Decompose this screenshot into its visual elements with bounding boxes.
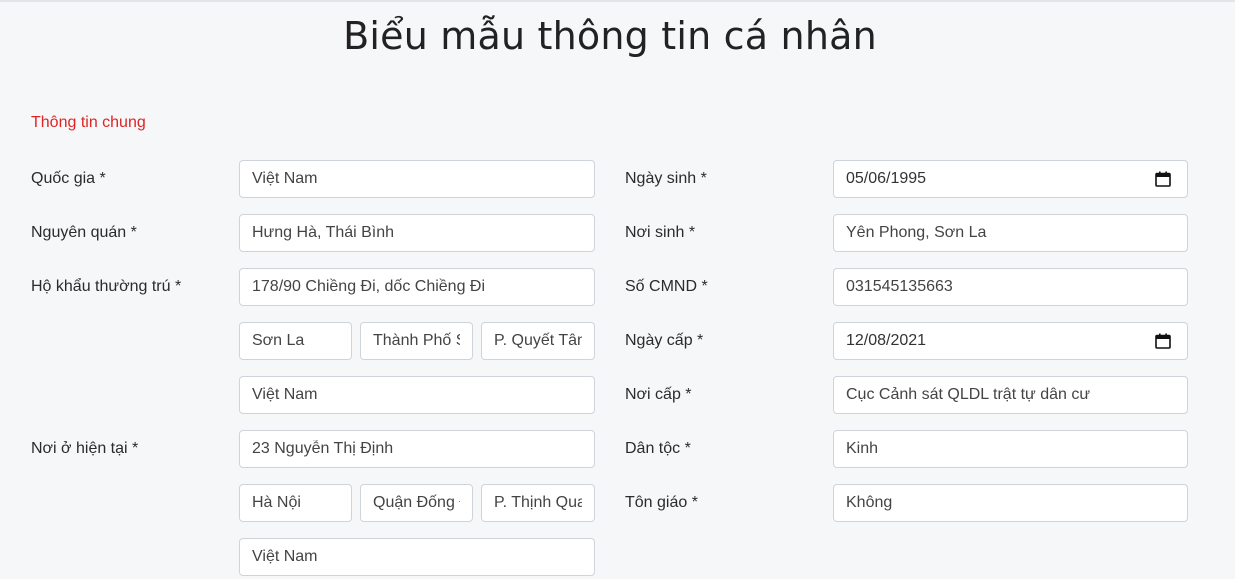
ngay-cap-date-input[interactable]: 12/08/2021 [833,322,1188,360]
ngay-sinh-value: 05/06/1995 [846,170,927,187]
ho-khau-address-input[interactable] [239,268,595,306]
so-cmnd-input[interactable] [833,268,1188,306]
page-title: Biểu mẫu thông tin cá nhân [343,14,877,58]
label-ton-giao: Tôn giáo * [625,494,698,511]
ho-khau-province-input[interactable] [239,322,352,360]
label-quoc-gia: Quốc gia * [31,170,106,187]
label-nguyen-quan: Nguyên quán * [31,224,137,241]
ho-khau-ward-input[interactable] [481,322,595,360]
label-noi-cap: Nơi cấp * [625,386,692,403]
ho-khau-country-input[interactable] [239,376,595,414]
noi-o-address-input[interactable] [239,430,595,468]
label-noi-sinh: Nơi sinh * [625,224,696,241]
ho-khau-district-input[interactable] [360,322,473,360]
label-ngay-sinh: Ngày sinh * [625,170,707,187]
label-noi-o: Nơi ở hiện tại * [31,440,139,457]
ngay-cap-value: 12/08/2021 [846,332,927,349]
nguyen-quan-input[interactable] [239,214,595,252]
noi-cap-input[interactable] [833,376,1188,414]
section-label-general: Thông tin chung [31,114,146,131]
noi-o-country-input[interactable] [239,538,595,576]
label-so-cmnd: Số CMND * [625,278,708,295]
calendar-icon[interactable] [1155,171,1171,187]
ngay-sinh-date-input[interactable]: 05/06/1995 [833,160,1188,198]
label-ngay-cap: Ngày cấp * [625,332,704,349]
noi-o-ward-input[interactable] [481,484,595,522]
dan-toc-input[interactable] [833,430,1188,468]
ton-giao-input[interactable] [833,484,1188,522]
calendar-icon[interactable] [1155,333,1171,349]
noi-o-district-input[interactable] [360,484,473,522]
label-ho-khau: Hộ khẩu thường trú * [31,278,182,295]
noi-sinh-input[interactable] [833,214,1188,252]
noi-o-province-input[interactable] [239,484,352,522]
quoc-gia-input[interactable] [239,160,595,198]
label-dan-toc: Dân tộc * [625,440,691,457]
top-divider [0,0,1235,2]
